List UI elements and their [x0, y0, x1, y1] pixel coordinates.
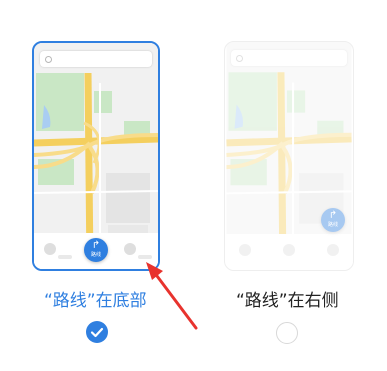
annotation-arrow-icon: [146, 262, 198, 330]
